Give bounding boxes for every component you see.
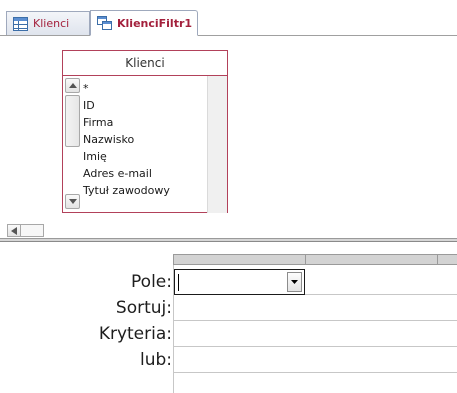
text-caret xyxy=(178,274,179,291)
or-cell[interactable] xyxy=(437,347,457,373)
column-selector[interactable] xyxy=(305,254,438,265)
scroll-up-button[interactable] xyxy=(65,78,80,93)
field-list-scrollbar[interactable] xyxy=(207,76,227,213)
field-item-adres-email[interactable]: Adres e-mail xyxy=(63,165,207,182)
field-item-imie[interactable]: Imię xyxy=(63,148,207,165)
field-item-id[interactable]: ID xyxy=(63,97,207,114)
scroll-down-button[interactable] xyxy=(65,194,80,209)
or-cell[interactable] xyxy=(305,347,438,373)
document-tab-strip: Klienci KlienciFiltr1 xyxy=(0,0,457,36)
query-icon xyxy=(97,16,112,30)
chevron-down-icon xyxy=(291,280,298,284)
arrow-up-icon xyxy=(69,83,77,88)
field-item-firma[interactable]: Firma xyxy=(63,114,207,131)
tab-label: Klienci xyxy=(33,17,70,30)
tab-klienci[interactable]: Klienci xyxy=(6,11,90,35)
arrow-left-icon xyxy=(11,227,17,235)
grid-cell[interactable] xyxy=(437,373,457,393)
horizontal-scrollbar[interactable] xyxy=(21,224,44,237)
query-design-grid: Pole: Sortuj: Kryteria: lub: xyxy=(0,242,457,393)
criteria-cell[interactable] xyxy=(173,321,306,347)
grid-cell[interactable] xyxy=(173,373,306,393)
field-list-window[interactable]: Klienci * ID Firma Nazwisko Imię Adres e… xyxy=(62,50,228,213)
tab-klienci-filtr1[interactable]: KlienciFiltr1 xyxy=(90,10,198,36)
query-design-pane: Klienci * ID Firma Nazwisko Imię Adres e… xyxy=(0,36,457,237)
sort-cell[interactable] xyxy=(437,295,457,321)
row-label-field: Pole: xyxy=(131,272,172,292)
field-item-nazwisko[interactable]: Nazwisko xyxy=(63,131,207,148)
field-cell[interactable] xyxy=(305,269,438,295)
criteria-cell[interactable] xyxy=(305,321,438,347)
column-selector[interactable] xyxy=(173,254,306,265)
row-label-criteria: Kryteria: xyxy=(98,324,172,344)
criteria-cell[interactable] xyxy=(437,321,457,347)
row-label-sort: Sortuj: xyxy=(115,298,172,318)
or-cell[interactable] xyxy=(173,347,306,373)
field-cell[interactable] xyxy=(437,269,457,295)
scroll-left-button[interactable] xyxy=(7,224,21,237)
field-dropdown[interactable] xyxy=(174,269,305,295)
field-list: * ID Firma Nazwisko Imię Adres e-mail Ty… xyxy=(63,76,207,213)
dropdown-button[interactable] xyxy=(287,272,302,292)
table-icon xyxy=(13,16,28,31)
scroll-thumb[interactable] xyxy=(65,95,80,147)
tab-label: KlienciFiltr1 xyxy=(117,16,193,30)
arrow-down-icon xyxy=(69,199,77,204)
column-selector[interactable] xyxy=(437,254,457,265)
sort-cell[interactable] xyxy=(173,295,306,321)
field-item-all[interactable]: * xyxy=(63,80,207,97)
grid-cell[interactable] xyxy=(305,373,438,393)
field-list-title[interactable]: Klienci xyxy=(63,51,227,76)
sort-cell[interactable] xyxy=(305,295,438,321)
field-item-tytul-zawodowy[interactable]: Tytuł zawodowy xyxy=(63,182,207,199)
row-label-or: lub: xyxy=(139,350,172,370)
